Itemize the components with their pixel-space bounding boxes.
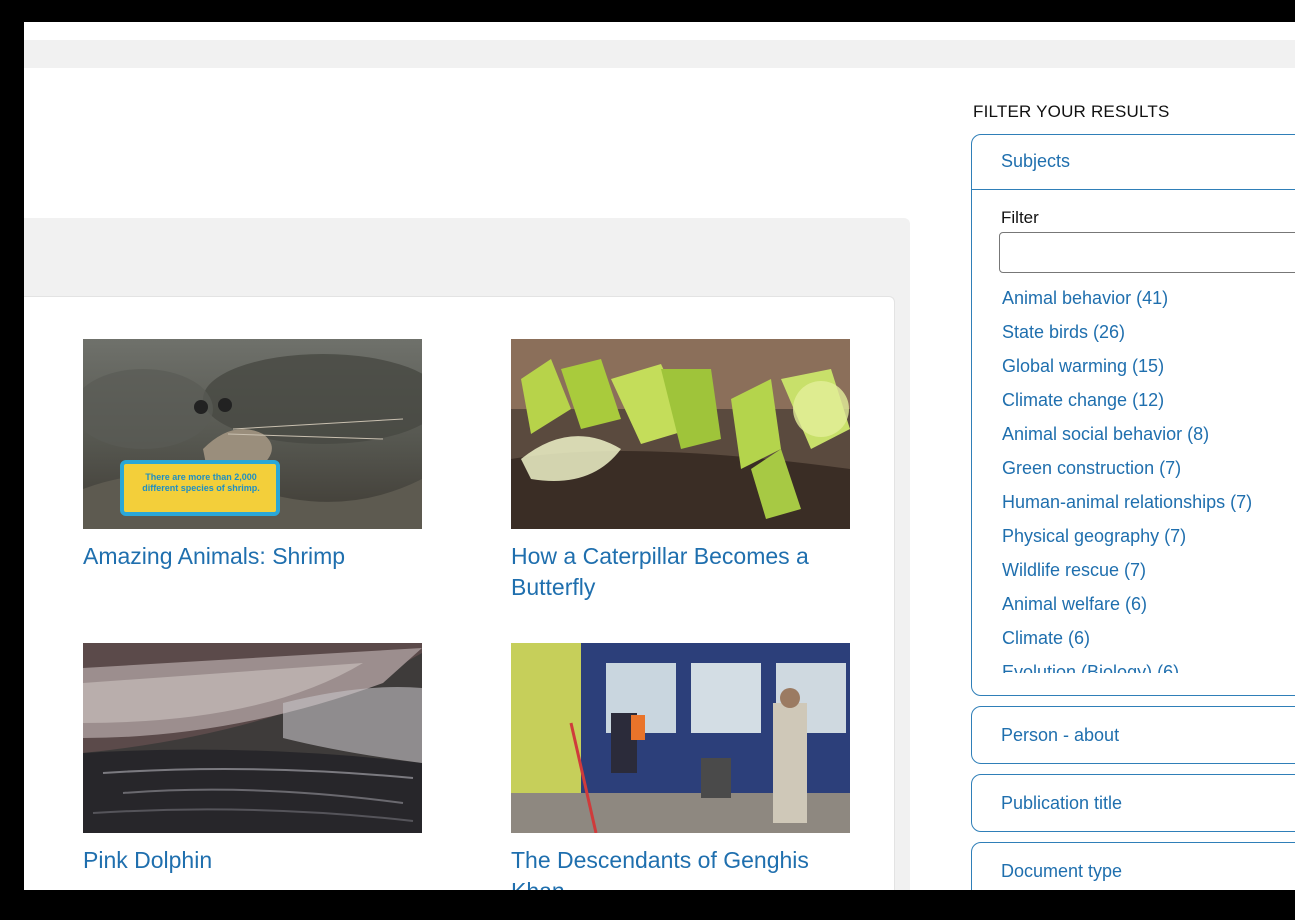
list-item: Animal welfare (6) xyxy=(1002,587,1295,621)
thumbnail-caption: There are more than 2,000 different spec… xyxy=(142,472,260,493)
list-item: Physical geography (7) xyxy=(1002,519,1295,553)
result-card[interactable]: The Descendants of Genghis Khan xyxy=(511,643,851,890)
list-item: Wildlife rescue (7) xyxy=(1002,553,1295,587)
video-thumbnail-butterfly[interactable] xyxy=(511,339,850,529)
list-item: Green construction (7) xyxy=(1002,451,1295,485)
facet-person-about[interactable]: Person - about xyxy=(971,706,1295,764)
subject-link[interactable]: Climate change (12) xyxy=(1002,390,1164,410)
subject-link[interactable]: State birds (26) xyxy=(1002,322,1125,342)
subject-link[interactable]: Animal welfare (6) xyxy=(1002,594,1147,614)
filter-heading: FILTER YOUR RESULTS xyxy=(973,102,1170,121)
facet-doctype-header[interactable]: Document type xyxy=(972,843,1295,890)
result-title[interactable]: Pink Dolphin xyxy=(83,845,423,876)
top-bar xyxy=(24,40,1295,68)
result-title[interactable]: How a Caterpillar Becomes a Butterfly xyxy=(511,541,851,603)
subject-link[interactable]: Human-animal relationships (7) xyxy=(1002,492,1252,512)
subject-link[interactable]: Green construction (7) xyxy=(1002,458,1181,478)
result-card[interactable]: How a Caterpillar Becomes a Butterfly xyxy=(511,339,851,603)
list-item: Climate (6) xyxy=(1002,621,1295,655)
list-item: Global warming (15) xyxy=(1002,349,1295,383)
page-viewport: There are more than 2,000 different spec… xyxy=(24,22,1295,890)
subject-link[interactable]: Climate (6) xyxy=(1002,628,1090,648)
filter-label: Filter xyxy=(1001,208,1039,227)
list-item: Animal social behavior (8) xyxy=(1002,417,1295,451)
video-thumbnail-shrimp[interactable] xyxy=(83,339,422,529)
subject-link[interactable]: Physical geography (7) xyxy=(1002,526,1186,546)
list-item: State birds (26) xyxy=(1002,315,1295,349)
subject-link[interactable]: Evolution (Biology) (6) xyxy=(1002,662,1179,673)
result-card[interactable]: There are more than 2,000 different spec… xyxy=(83,339,423,572)
list-item: Climate change (12) xyxy=(1002,383,1295,417)
list-item: Evolution (Biology) (6) xyxy=(1002,655,1295,673)
facet-person-header[interactable]: Person - about xyxy=(972,707,1295,763)
facet-publication-header[interactable]: Publication title xyxy=(972,775,1295,831)
subject-filter-input[interactable] xyxy=(999,232,1295,273)
facet-subjects-header[interactable]: Subjects xyxy=(972,135,1295,190)
facet-subjects: Subjects Filter Animal behavior (41) Sta… xyxy=(971,134,1295,696)
list-item: Animal behavior (41) xyxy=(1002,281,1295,315)
subject-list: Animal behavior (41) State birds (26) Gl… xyxy=(1002,281,1295,673)
facet-document-type[interactable]: Document type xyxy=(971,842,1295,890)
video-thumbnail-genghis[interactable] xyxy=(511,643,850,833)
subject-link[interactable]: Animal social behavior (8) xyxy=(1002,424,1209,444)
subject-link[interactable]: Animal behavior (41) xyxy=(1002,288,1168,308)
list-item: Human-animal relationships (7) xyxy=(1002,485,1295,519)
result-card[interactable]: Pink Dolphin xyxy=(83,643,423,876)
facet-publication-title[interactable]: Publication title xyxy=(971,774,1295,832)
video-thumbnail-dolphin[interactable] xyxy=(83,643,422,833)
subject-link[interactable]: Wildlife rescue (7) xyxy=(1002,560,1146,580)
subject-link[interactable]: Global warming (15) xyxy=(1002,356,1164,376)
result-title[interactable]: Amazing Animals: Shrimp xyxy=(83,541,423,572)
result-title[interactable]: The Descendants of Genghis Khan xyxy=(511,845,851,890)
